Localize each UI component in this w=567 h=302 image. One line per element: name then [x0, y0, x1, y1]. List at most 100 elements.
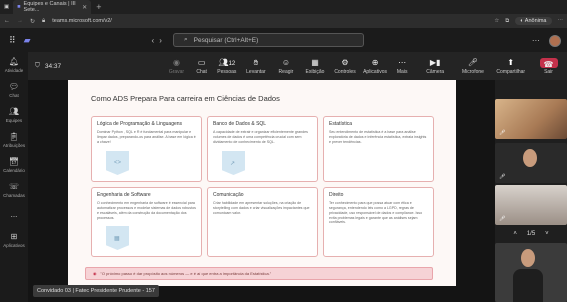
search-icon: ⌕: [184, 36, 188, 43]
browser-tab[interactable]: ■ Equipes e Canais | III Sete... ✕: [13, 0, 92, 14]
participant-face: [521, 249, 535, 267]
people-button[interactable]: 👥︎12 Pessoas: [214, 52, 239, 80]
mic-off-icon: 🎤︎: [499, 216, 506, 222]
raise-hand-button[interactable]: ✋︎ Levantar: [239, 52, 272, 80]
sidebar-item-label: Calendário: [3, 167, 25, 173]
browser-menu[interactable]: ▣: [0, 0, 13, 14]
view-label: Exibição: [305, 68, 325, 75]
apps-label: Aplicativos: [363, 68, 387, 75]
card-body: Ter conhecimento para que possa atuar co…: [329, 201, 423, 225]
card-body: A capacidade de extrair e organizar efic…: [213, 130, 308, 144]
leave-label: Sair: [544, 68, 553, 75]
controls-button[interactable]: ⚙ Controles: [330, 52, 359, 80]
phone-icon: ☏: [8, 181, 19, 191]
camera-button[interactable]: ▶▮ Câmera: [416, 52, 455, 80]
more-button[interactable]: ⋯ Mais: [391, 52, 414, 80]
hand-icon: ✋︎: [253, 57, 259, 67]
user-avatar[interactable]: [549, 35, 561, 47]
sidebar-item-chat[interactable]: 💬︎ Chat: [0, 77, 28, 102]
chart-glyph: ↗: [230, 161, 236, 167]
mic-off-icon: 🎤︎: [499, 174, 506, 180]
close-tab-icon[interactable]: ✕: [82, 4, 87, 11]
sidebar-item-calendar[interactable]: 📅︎ Calendário: [0, 152, 28, 177]
search-box[interactable]: ⌕ Pesquisar (Ctrl+Alt+E): [173, 33, 364, 47]
sidebar-item-label: Aplicativos: [3, 242, 25, 248]
sidebar-item-more[interactable]: ...: [0, 202, 28, 227]
participant-video-tile[interactable]: 🎤︎: [495, 99, 567, 139]
participant-face: [523, 149, 537, 167]
sidebar-item-apps[interactable]: ⊞ Aplicativos: [0, 227, 28, 252]
code-glyph: <>: [114, 160, 122, 166]
view-icon: ▦: [311, 57, 319, 67]
new-tab-button[interactable]: +: [91, 2, 106, 12]
chat-button[interactable]: ▭ Chat: [189, 52, 214, 80]
participant-video-tile[interactable]: 🎤︎: [495, 185, 567, 225]
slide-note: ◉ "O próximo passo é dar propósito aos n…: [85, 267, 433, 280]
refresh-icon[interactable]: ↻: [30, 18, 35, 25]
address-bar: ← → ↻ 🔒︎ teams.microsoft.com/v2/ ☆ ⧉ ◐ A…: [0, 14, 567, 28]
card-software-engineering: Engenharia de Software O conhecimento em…: [91, 187, 202, 257]
card-programming: Lógica de Programação & Linguagens Domin…: [91, 116, 202, 182]
star-icon[interactable]: ☆: [494, 18, 499, 24]
sidebar-item-calls[interactable]: ☏ Chamadas: [0, 177, 28, 202]
apps-icon: ⊞: [10, 231, 18, 241]
sidebar-item-teams[interactable]: 👥︎ Equipes: [0, 102, 28, 127]
people-label: Pessoas: [217, 68, 237, 75]
sidebar-item-label: Equipes: [5, 117, 23, 123]
view-button[interactable]: ▦ Exibição: [299, 52, 330, 80]
sidebar-item-label: Atividade: [4, 67, 24, 73]
participant-video-tile[interactable]: 🎤︎: [495, 143, 567, 183]
meeting-timer: ⛉ 34:37: [28, 62, 164, 70]
people-icon: 👥︎12: [218, 57, 236, 67]
more-options-icon[interactable]: ⋯: [532, 36, 540, 45]
back-icon[interactable]: ←: [4, 18, 10, 24]
window-icon: ▣: [4, 4, 10, 10]
mic-label: Microfone: [461, 68, 484, 75]
extensions-icon[interactable]: ⧉: [505, 18, 509, 25]
browser-menu-icon[interactable]: ⋯: [558, 18, 564, 24]
sidebar-item-assignments[interactable]: 📋︎ Atribuições: [0, 127, 28, 152]
mic-button[interactable]: 🎤︎ Microfone: [455, 52, 492, 80]
card-database: Banco de Dados & SQL A capacidade de ext…: [207, 116, 318, 182]
card-title: Comunicação: [213, 192, 244, 198]
box-icon: ▦: [106, 226, 129, 250]
info-icon: ◉: [93, 271, 97, 276]
nav-back-icon[interactable]: ‹: [152, 36, 155, 45]
share-icon: ⬆: [507, 57, 515, 67]
chevron-up-icon[interactable]: ˄: [513, 231, 517, 237]
chat-label: Chat: [196, 68, 207, 75]
pager-text: 1/5: [526, 231, 536, 237]
apps-plus-icon: ⊕: [371, 57, 379, 67]
record-button[interactable]: ◉ Gravar: [164, 52, 189, 80]
participant-video-tile[interactable]: [495, 243, 567, 302]
app-grid-icon[interactable]: ⠿: [9, 35, 16, 46]
ellipsis-icon: ⋯: [398, 57, 407, 67]
leave-button[interactable]: ☎ Sair: [530, 52, 567, 80]
card-title: Direito: [329, 192, 344, 198]
left-rail: 🔔︎ Atividade 💬︎ Chat 👥︎ Equipes 📋︎ Atribuiçõ…: [0, 52, 28, 302]
nav-forward-icon[interactable]: ›: [159, 36, 162, 45]
browser-tab-bar: ▣ ■ Equipes e Canais | III Sete... ✕ +: [0, 0, 567, 14]
more-label: Mais: [396, 68, 408, 75]
share-button[interactable]: ⬆ Compartilhar: [491, 52, 530, 80]
controls-icon: ⚙: [341, 57, 349, 67]
teams-favicon-icon: ■: [17, 4, 21, 10]
meeting-toolbar: ⛉ 34:37 ◉ Gravar ▭ Chat 👥︎12 Pessoas ✋︎ Leva…: [28, 52, 567, 80]
sidebar-item-activity[interactable]: 🔔︎ Atividade: [0, 52, 28, 77]
chat-icon: ▭: [197, 57, 206, 67]
share-label: Compartilhar: [496, 68, 526, 75]
apps-button[interactable]: ⊕ Aplicativos: [360, 52, 391, 80]
participant-pager: ˄ 1/5 ˅: [495, 228, 567, 240]
search-input: Pesquisar (Ctrl+Alt+E): [193, 36, 259, 44]
react-button[interactable]: ☺ Reagir: [272, 52, 299, 80]
people-count: 12: [228, 60, 236, 67]
shared-slide: Como ADS Prepara Para carreira em Ciênci…: [68, 80, 456, 286]
chevron-down-icon[interactable]: ˅: [545, 231, 549, 237]
raise-label: Levantar: [246, 68, 266, 75]
ellipsis-icon: ...: [10, 210, 18, 219]
profile-button[interactable]: ◐ Anônima: [515, 17, 552, 25]
forward-icon[interactable]: →: [17, 18, 23, 24]
card-title: Banco de Dados & SQL: [213, 121, 267, 127]
shield-icon: ⛉: [35, 62, 40, 69]
url-field[interactable]: teams.microsoft.com/v2/: [52, 18, 112, 24]
